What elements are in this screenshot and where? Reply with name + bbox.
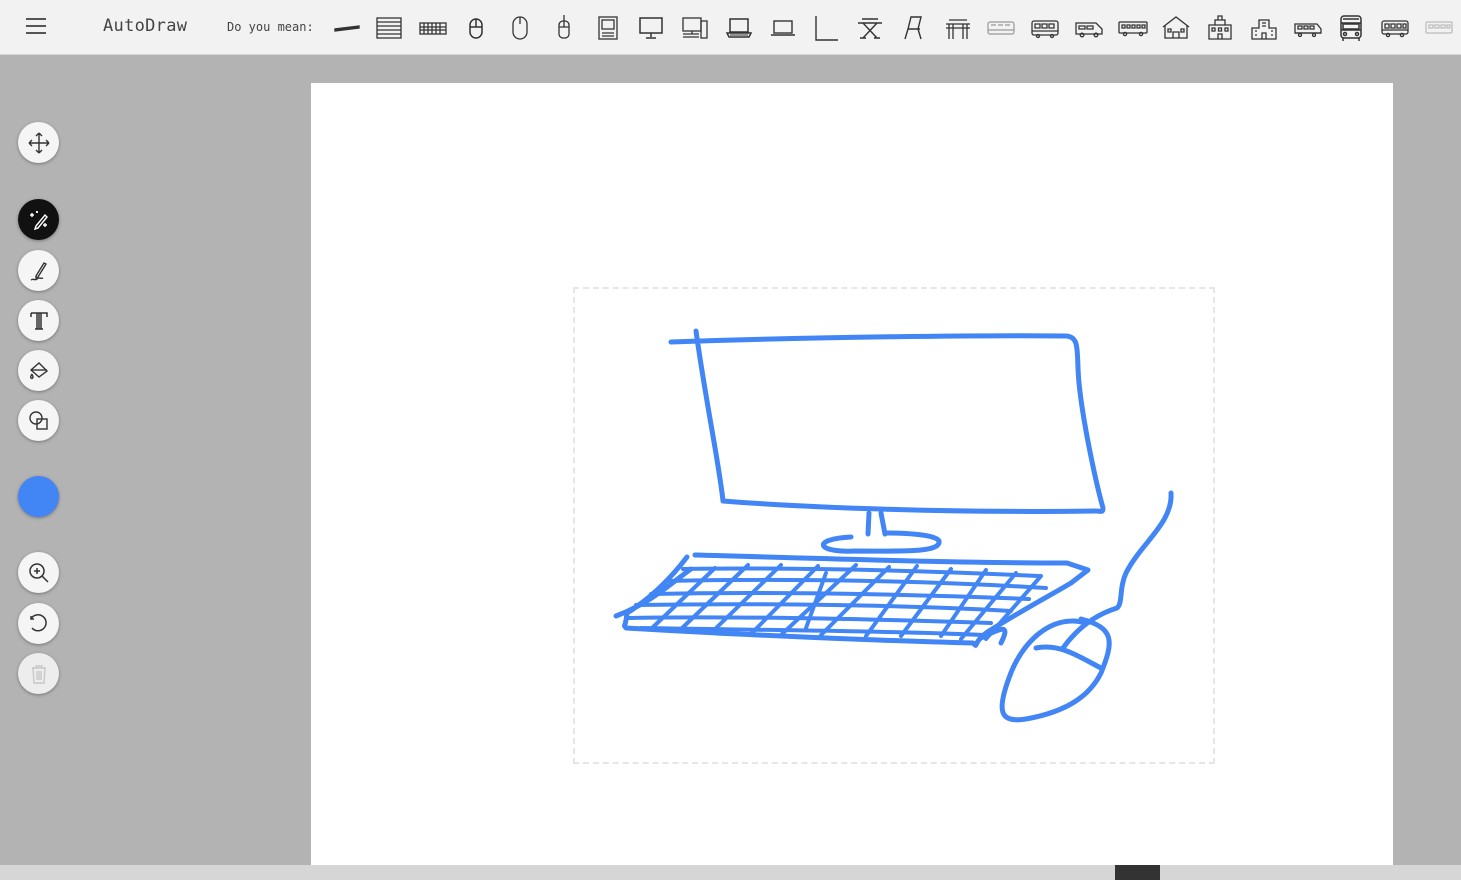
bottom-tab-handle[interactable]	[1115, 865, 1160, 880]
desktop-computer-suggestion-icon[interactable]	[678, 10, 712, 46]
keyboard-stack-suggestion-icon[interactable]	[372, 10, 406, 46]
trash-icon	[31, 664, 46, 684]
zoom-in-icon	[28, 562, 49, 583]
user-drawing	[613, 328, 1174, 723]
pen-suggestion-icon[interactable]	[330, 10, 364, 46]
base-stroke	[821, 530, 942, 554]
bus-light-suggestion-icon[interactable]	[984, 10, 1018, 46]
mouse-stroke	[999, 616, 1112, 723]
laptop-outline-suggestion-icon[interactable]	[766, 10, 800, 46]
fill-tool-button[interactable]	[18, 350, 59, 391]
building-suggestion-icon[interactable]	[1247, 10, 1281, 46]
shapes-icon	[28, 410, 48, 430]
bus-side-suggestion-icon[interactable]	[1378, 10, 1412, 46]
keyboard-rows-stroke	[624, 566, 1048, 637]
bus-front-suggestion-icon[interactable]	[1334, 10, 1368, 46]
text-tool-button[interactable]	[18, 300, 59, 341]
laptop-suggestion-icon[interactable]	[722, 10, 756, 46]
table-suggestion-icon[interactable]	[853, 10, 887, 46]
undo-button[interactable]	[18, 603, 59, 644]
suggestions-label: Do you mean:	[227, 20, 314, 34]
bus-faded-suggestion-icon[interactable]	[1422, 10, 1456, 46]
undo-icon	[29, 613, 47, 632]
bottom-bar	[0, 865, 1461, 880]
draw-tool-button[interactable]	[18, 250, 59, 291]
stand-stroke	[865, 510, 888, 537]
hamburger-menu-icon[interactable]	[24, 14, 52, 40]
cable-stroke	[1060, 490, 1174, 651]
drawing-canvas[interactable]	[311, 83, 1393, 865]
mouse-outline-suggestion-icon[interactable]	[503, 10, 537, 46]
bus-suggestion-icon[interactable]	[1028, 10, 1062, 46]
school-suggestion-icon[interactable]	[1203, 10, 1237, 46]
computer-tower-suggestion-icon[interactable]	[591, 10, 625, 46]
autodraw-tool-button[interactable]	[18, 199, 59, 240]
mouse-button-stroke	[1033, 644, 1104, 671]
app-title: AutoDraw	[103, 16, 188, 36]
delete-button[interactable]	[18, 653, 59, 694]
bus-long-suggestion-icon[interactable]	[1116, 10, 1150, 46]
autodraw-magic-icon	[29, 210, 48, 230]
zoom-button[interactable]	[18, 552, 59, 593]
corner-line-suggestion-icon[interactable]	[809, 10, 843, 46]
top-bar: AutoDraw Do you mean:	[0, 0, 1461, 55]
mouse-small-suggestion-icon[interactable]	[547, 10, 581, 46]
monitor-suggestion-icon[interactable]	[634, 10, 668, 46]
keyboard-suggestion-icon[interactable]	[416, 10, 450, 46]
monitor-stroke	[668, 328, 1106, 514]
van-suggestion-icon[interactable]	[1072, 10, 1106, 46]
mouse-suggestion-icon[interactable]	[459, 10, 493, 46]
paint-bucket-icon	[29, 361, 48, 379]
desk-suggestion-icon[interactable]	[941, 10, 975, 46]
shape-tool-button[interactable]	[18, 400, 59, 441]
pencil-icon	[30, 261, 47, 281]
tool-sidebar	[0, 56, 80, 866]
move-tool-button[interactable]	[18, 122, 59, 163]
text-icon	[29, 311, 48, 330]
house-suggestion-icon[interactable]	[1159, 10, 1193, 46]
train-suggestion-icon[interactable]	[1291, 10, 1325, 46]
move-arrows-icon	[28, 132, 49, 153]
color-picker-button[interactable]	[18, 476, 59, 517]
chair-suggestion-icon[interactable]	[897, 10, 931, 46]
